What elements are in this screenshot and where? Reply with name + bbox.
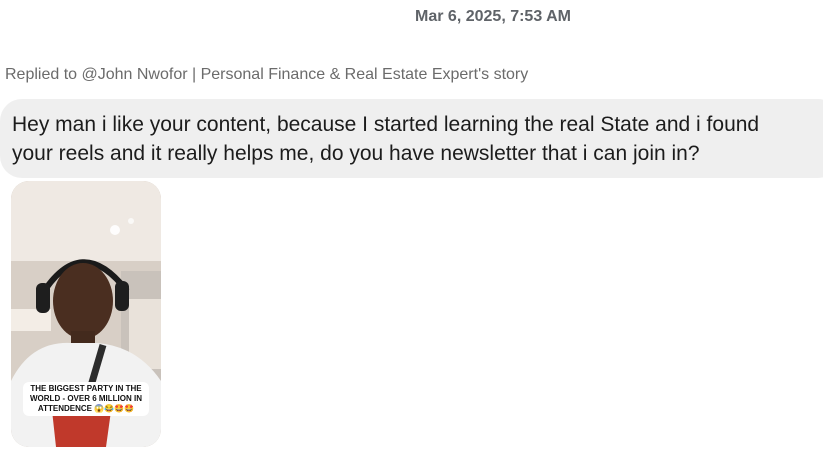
message-text-line-1: Hey man i like your content, because I s… [12, 113, 760, 136]
message-bubble[interactable]: Hey man i like your content, because I s… [0, 99, 823, 178]
conversation-view: Mar 6, 2025, 7:53 AM Replied to @John Nw… [0, 0, 823, 450]
story-caption: THE BIGGEST PARTY IN THE WORLD - OVER 6 … [23, 382, 149, 416]
message-text-line-2: your reels and it really helps me, do yo… [12, 142, 700, 165]
story-thumbnail[interactable]: THE BIGGEST PARTY IN THE WORLD - OVER 6 … [11, 181, 161, 447]
message-timestamp: Mar 6, 2025, 7:53 AM [415, 8, 571, 25]
story-reply-context: Replied to @John Nwofor | Personal Finan… [5, 66, 529, 83]
